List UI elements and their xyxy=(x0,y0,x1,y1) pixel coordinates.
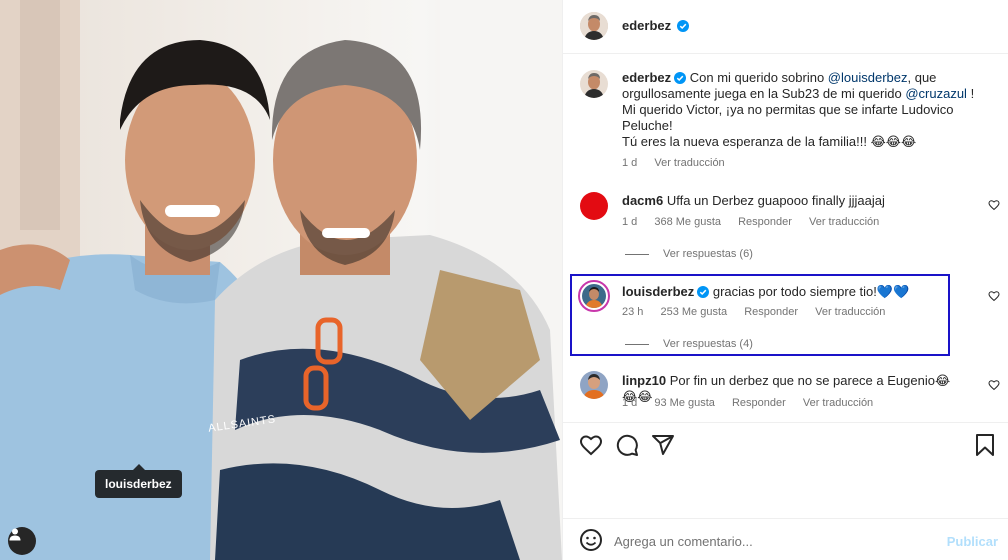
replies-line xyxy=(625,253,649,255)
comment-avatar-linpz10[interactable] xyxy=(580,371,608,399)
publish-button[interactable]: Publicar xyxy=(947,534,998,549)
comment-time[interactable]: 1 d xyxy=(622,216,637,228)
view-replies-label: Ver respuestas (6) xyxy=(663,248,753,260)
comment-translate-link[interactable]: Ver traducción xyxy=(803,397,873,409)
caption-translate-link[interactable]: Ver traducción xyxy=(654,157,724,169)
author-avatar[interactable] xyxy=(580,12,608,40)
comment-reply-button[interactable]: Responder xyxy=(744,306,798,318)
comment-meta-linpz10: 1 d 93 Me gusta Responder Ver traducción xyxy=(622,397,887,409)
comment-icon[interactable] xyxy=(615,433,639,457)
actions-divider xyxy=(563,422,1008,423)
photo-illustration xyxy=(0,0,562,560)
post-side-panel: ederbez ederbez Con mi querido sobrino @… xyxy=(562,0,1008,560)
user-tag-label[interactable]: louisderbez xyxy=(95,464,182,498)
comment-reply-button[interactable]: Responder xyxy=(732,397,786,409)
caption-text-part: ! xyxy=(970,86,975,101)
heart-icon[interactable] xyxy=(579,433,603,457)
caption-text: ederbez Con mi querido sobrino @louisder… xyxy=(622,70,992,150)
caption-avatar[interactable] xyxy=(580,70,608,98)
caption-line: Mi querido Victor, ¡ya no permitas que s… xyxy=(622,102,954,117)
like-comment-heart-icon[interactable] xyxy=(988,199,1000,211)
like-comment-heart-icon[interactable] xyxy=(988,379,1000,391)
comment-avatar-dacm6[interactable] xyxy=(580,192,608,220)
replies-line xyxy=(625,343,649,345)
post-photo[interactable]: ALLSAINTS louisderbez xyxy=(0,0,562,560)
author-avatar-image xyxy=(580,12,608,40)
view-replies-label: Ver respuestas (4) xyxy=(663,338,753,350)
caption-meta: 1 d Ver traducción xyxy=(622,157,739,169)
like-comment-heart-icon[interactable] xyxy=(988,290,1000,302)
caption-username[interactable]: ederbez xyxy=(622,70,671,85)
caption-avatar-image xyxy=(580,70,608,98)
mention-cruzazul[interactable]: @cruzazul xyxy=(905,86,967,101)
comment-input[interactable]: Agrega un comentario... xyxy=(614,534,753,549)
caption-text-part: Con mi querido sobrino xyxy=(689,70,825,85)
header-username[interactable]: ederbez xyxy=(622,18,671,33)
comment-username[interactable]: dacm6 xyxy=(622,193,663,208)
verified-icon xyxy=(677,20,690,32)
person-tag-button[interactable] xyxy=(8,527,36,555)
likes-summary-faded xyxy=(579,470,979,506)
comment-translate-link[interactable]: Ver traducción xyxy=(809,216,879,228)
header-divider xyxy=(563,53,1008,54)
verified-icon xyxy=(674,72,687,84)
comment-text-louisderbez: louisderbez gracias por todo siempre tio… xyxy=(622,284,952,300)
comment-time[interactable]: 1 d xyxy=(622,397,637,409)
comment-text-dacm6: dacm6 Uffa un Derbez guapooo finally jjj… xyxy=(622,193,962,209)
comment-translate-link[interactable]: Ver traducción xyxy=(815,306,885,318)
linpz10-avatar-image xyxy=(580,371,608,399)
comment-likes[interactable]: 368 Me gusta xyxy=(654,216,721,228)
comment-username[interactable]: linpz10 xyxy=(622,373,666,388)
header-username-row: ederbez xyxy=(622,18,690,33)
comment-time[interactable]: 23 h xyxy=(622,306,643,318)
comment-meta-louisderbez: 23 h 253 Me gusta Responder Ver traducci… xyxy=(622,306,899,318)
view-replies-dacm6[interactable]: Ver respuestas (6) xyxy=(625,248,753,260)
share-icon[interactable] xyxy=(651,433,675,457)
view-replies-louisderbez[interactable]: Ver respuestas (4) xyxy=(625,338,753,350)
caption-line: orgullosamente juega en la Sub23 de mi q… xyxy=(622,86,902,101)
caption-line: Tú eres la nueva esperanza de la familia… xyxy=(622,134,917,149)
mention-louisderbez[interactable]: @louisderbez xyxy=(828,70,908,85)
emoji-icon[interactable] xyxy=(579,528,603,552)
person-tag-icon xyxy=(9,528,21,541)
comment-body: Uffa un Derbez guapooo finally jjjaajaj xyxy=(666,193,885,208)
comment-username[interactable]: louisderbez xyxy=(622,284,694,299)
comment-likes[interactable]: 93 Me gusta xyxy=(654,397,715,409)
comment-reply-button[interactable]: Responder xyxy=(738,216,792,228)
caption-time[interactable]: 1 d xyxy=(622,157,637,169)
caption-line: Peluche! xyxy=(622,118,673,133)
input-divider xyxy=(563,518,1008,519)
comment-likes[interactable]: 253 Me gusta xyxy=(660,306,727,318)
caption-text-part: , que xyxy=(907,70,937,85)
comment-avatar-louisderbez[interactable] xyxy=(578,280,610,312)
louisderbez-avatar-image xyxy=(582,284,606,308)
comment-body: gracias por todo siempre tio!💙💙 xyxy=(712,284,910,299)
verified-icon xyxy=(697,286,710,298)
bookmark-icon[interactable] xyxy=(974,433,996,457)
comment-meta-dacm6: 1 d 368 Me gusta Responder Ver traducció… xyxy=(622,216,893,228)
